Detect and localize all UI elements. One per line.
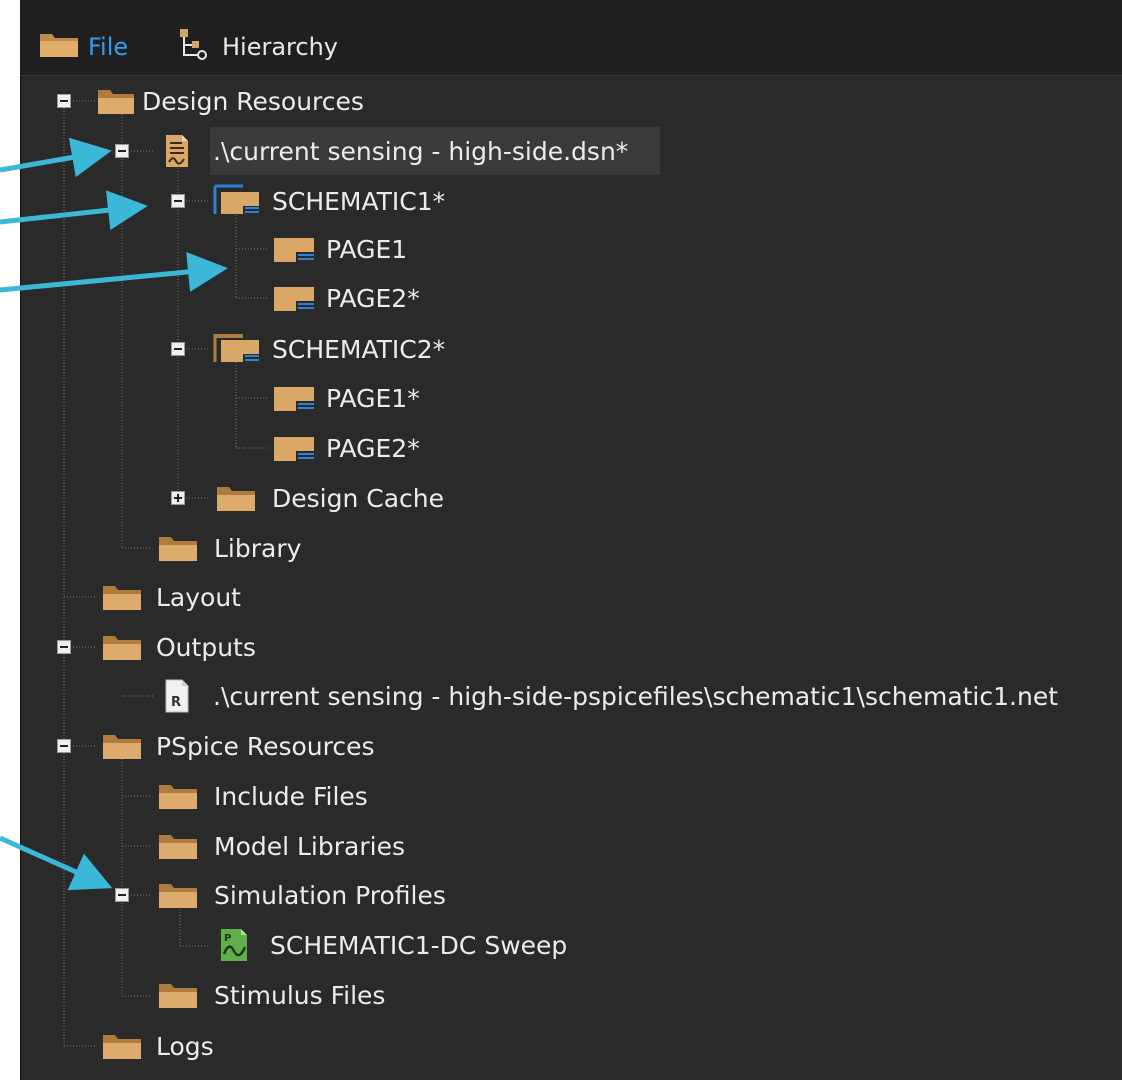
folder-icon <box>96 726 148 766</box>
tree-node-label: .\current sensing - high-side.dsn* <box>213 136 629 166</box>
tree-node-outputs[interactable]: Outputs <box>96 627 256 667</box>
tree-node-label: SCHEMATIC1-DC Sweep <box>270 930 568 960</box>
tree-node-label: PAGE1 <box>326 234 408 264</box>
tree-node-schematic1[interactable]: SCHEMATIC1* <box>212 181 445 221</box>
project-tree: Design Resources .\current sensing - hig… <box>0 0 1122 1080</box>
folder-icon <box>152 528 204 568</box>
tree-node-label: Layout <box>156 582 241 612</box>
tree-node-stimulus-files[interactable]: Stimulus Files <box>152 975 385 1015</box>
folder-icon <box>152 826 204 866</box>
tree-node-design-resources[interactable]: Design Resources <box>96 81 364 121</box>
tree-node-design-file[interactable]: .\current sensing - high-side.dsn* <box>155 131 628 171</box>
tree-node-model-libraries[interactable]: Model Libraries <box>152 826 405 866</box>
tree-node-label: .\current sensing - high-side-pspicefile… <box>213 681 1059 711</box>
tree-node-design-cache[interactable]: Design Cache <box>210 478 444 518</box>
folder-icon <box>210 478 262 518</box>
tree-node-label: Include Files <box>214 781 368 811</box>
tree-node-logs[interactable]: Logs <box>96 1026 214 1066</box>
folder-icon <box>152 776 204 816</box>
tree-node-library[interactable]: Library <box>152 528 301 568</box>
svg-text:P: P <box>224 933 231 944</box>
tree-node-label: PAGE2* <box>326 433 420 463</box>
folder-icon <box>152 975 204 1015</box>
folder-icon <box>152 875 204 915</box>
schematic-icon <box>212 329 264 369</box>
tree-node-label: PSpice Resources <box>156 731 375 761</box>
tree-node-label: Design Resources <box>142 86 364 116</box>
tree-node-label: Library <box>214 533 302 563</box>
tree-node-pspice-resources[interactable]: PSpice Resources <box>96 726 375 766</box>
netlist-file-icon: R <box>155 676 199 716</box>
page-icon <box>268 378 320 418</box>
tree-node-include-files[interactable]: Include Files <box>152 776 368 816</box>
folder-icon <box>96 577 148 617</box>
page-icon <box>268 428 320 468</box>
tree-node-s1-page2[interactable]: PAGE2* <box>268 278 420 318</box>
tree-node-label: Simulation Profiles <box>214 880 446 910</box>
tree-node-label: SCHEMATIC1* <box>272 186 446 216</box>
folder-icon <box>96 81 136 121</box>
tree-node-layout[interactable]: Layout <box>96 577 241 617</box>
tree-node-label: Logs <box>156 1031 214 1061</box>
tree-node-label: Stimulus Files <box>214 980 386 1010</box>
tree-node-netlist[interactable]: R .\current sensing - high-side-pspicefi… <box>155 676 1058 716</box>
tree-node-label: Design Cache <box>272 483 445 513</box>
schematic-icon <box>212 181 264 221</box>
tree-node-label: SCHEMATIC2* <box>272 334 446 364</box>
svg-text:R: R <box>171 695 181 710</box>
tree-node-simulation-profiles[interactable]: Simulation Profiles <box>152 875 446 915</box>
page-icon <box>268 278 320 318</box>
simulation-profile-icon: P <box>212 925 256 965</box>
tree-node-s1-page1[interactable]: PAGE1 <box>268 229 407 269</box>
tree-node-label: PAGE1* <box>326 383 420 413</box>
folder-icon <box>96 627 148 667</box>
tree-node-s2-page1[interactable]: PAGE1* <box>268 378 420 418</box>
tree-node-s2-page2[interactable]: PAGE2* <box>268 428 420 468</box>
tree-node-label: Model Libraries <box>214 831 405 861</box>
tree-node-label: Outputs <box>156 632 256 662</box>
tree-node-label: PAGE2* <box>326 283 420 313</box>
design-file-icon <box>155 131 199 171</box>
folder-icon <box>96 1026 148 1066</box>
tree-node-sim-profile-item[interactable]: P SCHEMATIC1-DC Sweep <box>212 925 567 965</box>
tree-node-schematic2[interactable]: SCHEMATIC2* <box>212 329 445 369</box>
page-icon <box>268 229 320 269</box>
